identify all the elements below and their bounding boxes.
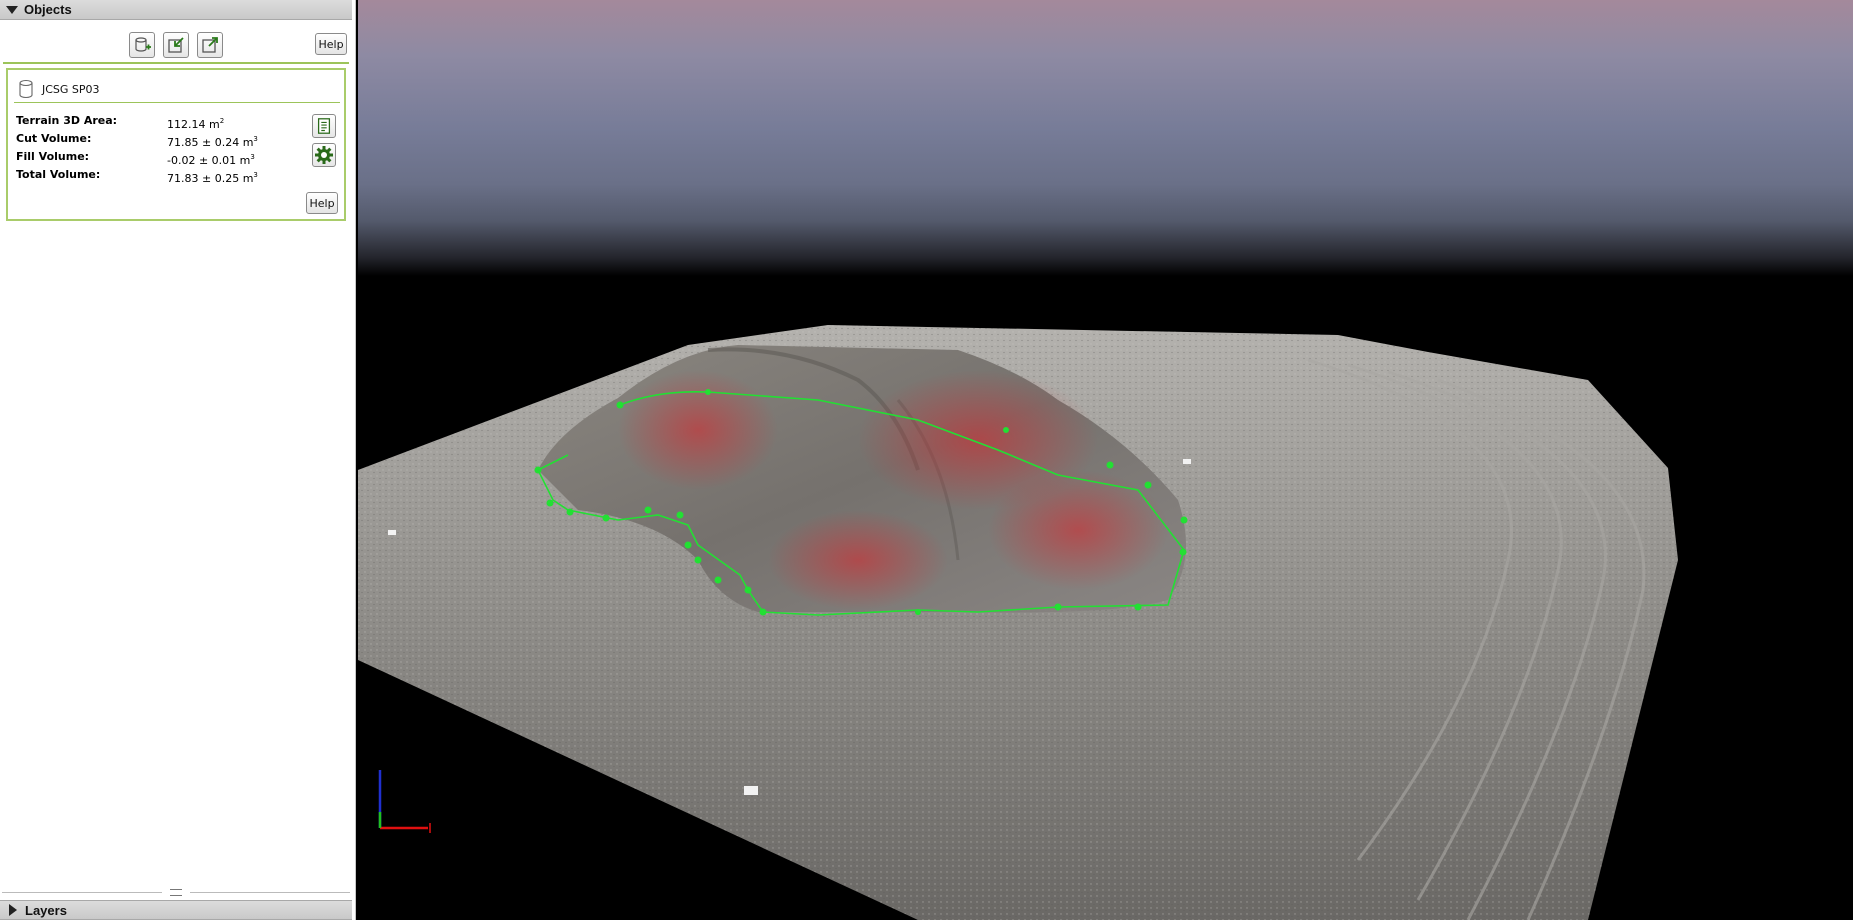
gear-icon xyxy=(315,146,333,164)
volume-cylinder-icon xyxy=(19,79,33,99)
export-button[interactable] xyxy=(197,32,223,58)
volume-name: JCSG SP03 xyxy=(42,82,100,96)
fill-volume-value: -0.02 ± 0.01 m3 xyxy=(167,153,255,167)
volume-object-panel: JCSG SP03 Terrain 3D Area: 112.14 m2 Cut… xyxy=(6,68,346,221)
toolbar-help-button[interactable]: Help xyxy=(315,33,347,55)
left-sidebar: Objects Help JCSG SP03 Terrain 3D Area: … xyxy=(0,0,356,920)
new-volume-icon xyxy=(135,37,151,52)
new-volume-button[interactable] xyxy=(129,32,155,58)
objects-section-header[interactable]: Objects xyxy=(0,0,352,20)
collapse-triangle-icon xyxy=(6,5,18,14)
app-window: Objects Help JCSG SP03 Terrain 3D Area: … xyxy=(0,0,1853,920)
point-cloud-scene xyxy=(358,325,1678,920)
ground-marker xyxy=(1183,459,1191,464)
cut-region xyxy=(618,370,778,490)
expand-triangle-icon xyxy=(9,904,17,916)
ground-marker xyxy=(744,786,758,795)
terrain-area-value: 112.14 m2 xyxy=(167,117,225,131)
objects-header-label: Objects xyxy=(24,2,72,17)
import-button[interactable] xyxy=(163,32,189,58)
objects-toolbar: Help xyxy=(3,24,349,64)
ground-marker xyxy=(388,530,396,535)
volume-settings-button[interactable] xyxy=(312,143,336,167)
splitter-grip-icon xyxy=(170,889,182,896)
import-icon xyxy=(168,37,184,53)
total-volume-value: 71.83 ± 0.25 m3 xyxy=(167,171,258,185)
total-volume-label: Total Volume: xyxy=(16,168,101,181)
export-icon xyxy=(202,37,218,53)
cut-volume-value: 71.85 ± 0.24 m3 xyxy=(167,135,258,149)
cut-volume-label: Cut Volume: xyxy=(16,132,92,145)
fill-volume-label: Fill Volume: xyxy=(16,150,90,163)
report-button[interactable] xyxy=(312,114,336,138)
3d-viewport[interactable] xyxy=(358,0,1853,920)
layers-header-label: Layers xyxy=(25,902,67,918)
terrain-area-label: Terrain 3D Area: xyxy=(16,114,118,127)
volume-title-row[interactable]: JCSG SP03 xyxy=(14,76,340,103)
layers-section-header[interactable]: Layers xyxy=(0,900,352,920)
volume-help-button[interactable]: Help xyxy=(306,192,338,214)
cut-region xyxy=(768,510,948,610)
cut-region xyxy=(988,470,1168,590)
report-icon xyxy=(317,118,331,134)
panel-splitter[interactable] xyxy=(0,889,352,896)
